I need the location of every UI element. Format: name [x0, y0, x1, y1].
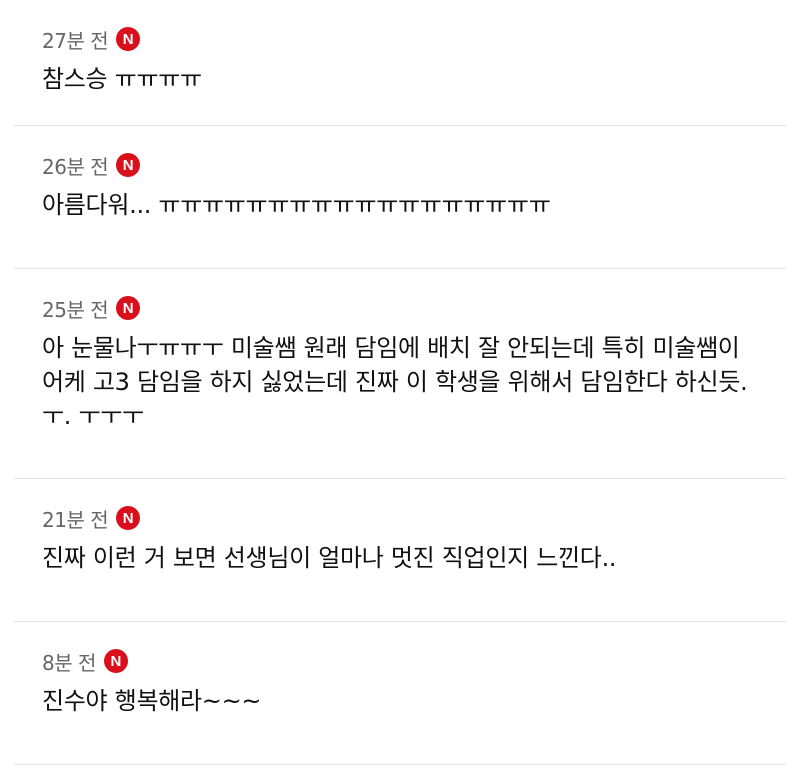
new-badge-icon: N: [116, 153, 141, 177]
comment-text: 진수야 행복해라~~~: [42, 687, 262, 715]
comment-item: 21분 전 N 진짜 이런 거 보면 선생님이 얼마나 멋진 직업인지 느낀다.…: [14, 479, 786, 622]
comment-meta: 25분 전 N: [42, 291, 758, 325]
comment-meta: 21분 전 N: [42, 501, 758, 535]
new-badge-icon: N: [116, 27, 141, 51]
comment-meta: 27분 전 N: [42, 22, 758, 56]
comment-text: 아름다워... ㅠㅠㅠㅠㅠㅠㅠㅠㅠㅠㅠㅠㅠㅠㅠㅠㅠㅠ: [42, 191, 551, 219]
comment-meta: 26분 전 N: [42, 148, 758, 182]
comment-time: 21분 전: [42, 507, 109, 532]
comment-text: 참스승 ㅠㅠㅠㅠ: [42, 65, 202, 93]
comment-text: 아 눈물나ㅜㅠㅠㅜ 미술쌤 원래 담임에 배치 잘 안되는데 특히 미술쌤이 어…: [42, 334, 748, 430]
comment-list: 27분 전 N 참스승 ㅠㅠㅠㅠ 26분 전 N 아름다워... ㅠㅠㅠㅠㅠㅠㅠ…: [0, 0, 800, 765]
comment-time: 27분 전: [42, 28, 109, 53]
comment-item: 25분 전 N 아 눈물나ㅜㅠㅠㅜ 미술쌤 원래 담임에 배치 잘 안되는데 특…: [14, 269, 786, 479]
comment-meta: 8분 전 N: [42, 644, 758, 678]
comment-item: 8분 전 N 진수야 행복해라~~~: [14, 622, 786, 765]
comment-item: 26분 전 N 아름다워... ㅠㅠㅠㅠㅠㅠㅠㅠㅠㅠㅠㅠㅠㅠㅠㅠㅠㅠ: [14, 126, 786, 269]
comment-time: 26분 전: [42, 154, 109, 179]
new-badge-icon: N: [103, 649, 128, 673]
comment-item: 27분 전 N 참스승 ㅠㅠㅠㅠ: [14, 0, 786, 126]
comment-time: 25분 전: [42, 297, 109, 322]
comment-text: 진짜 이런 거 보면 선생님이 얼마나 멋진 직업인지 느낀다..: [42, 544, 617, 572]
comment-time: 8분 전: [42, 650, 96, 675]
new-badge-icon: N: [116, 506, 141, 530]
new-badge-icon: N: [116, 296, 141, 320]
